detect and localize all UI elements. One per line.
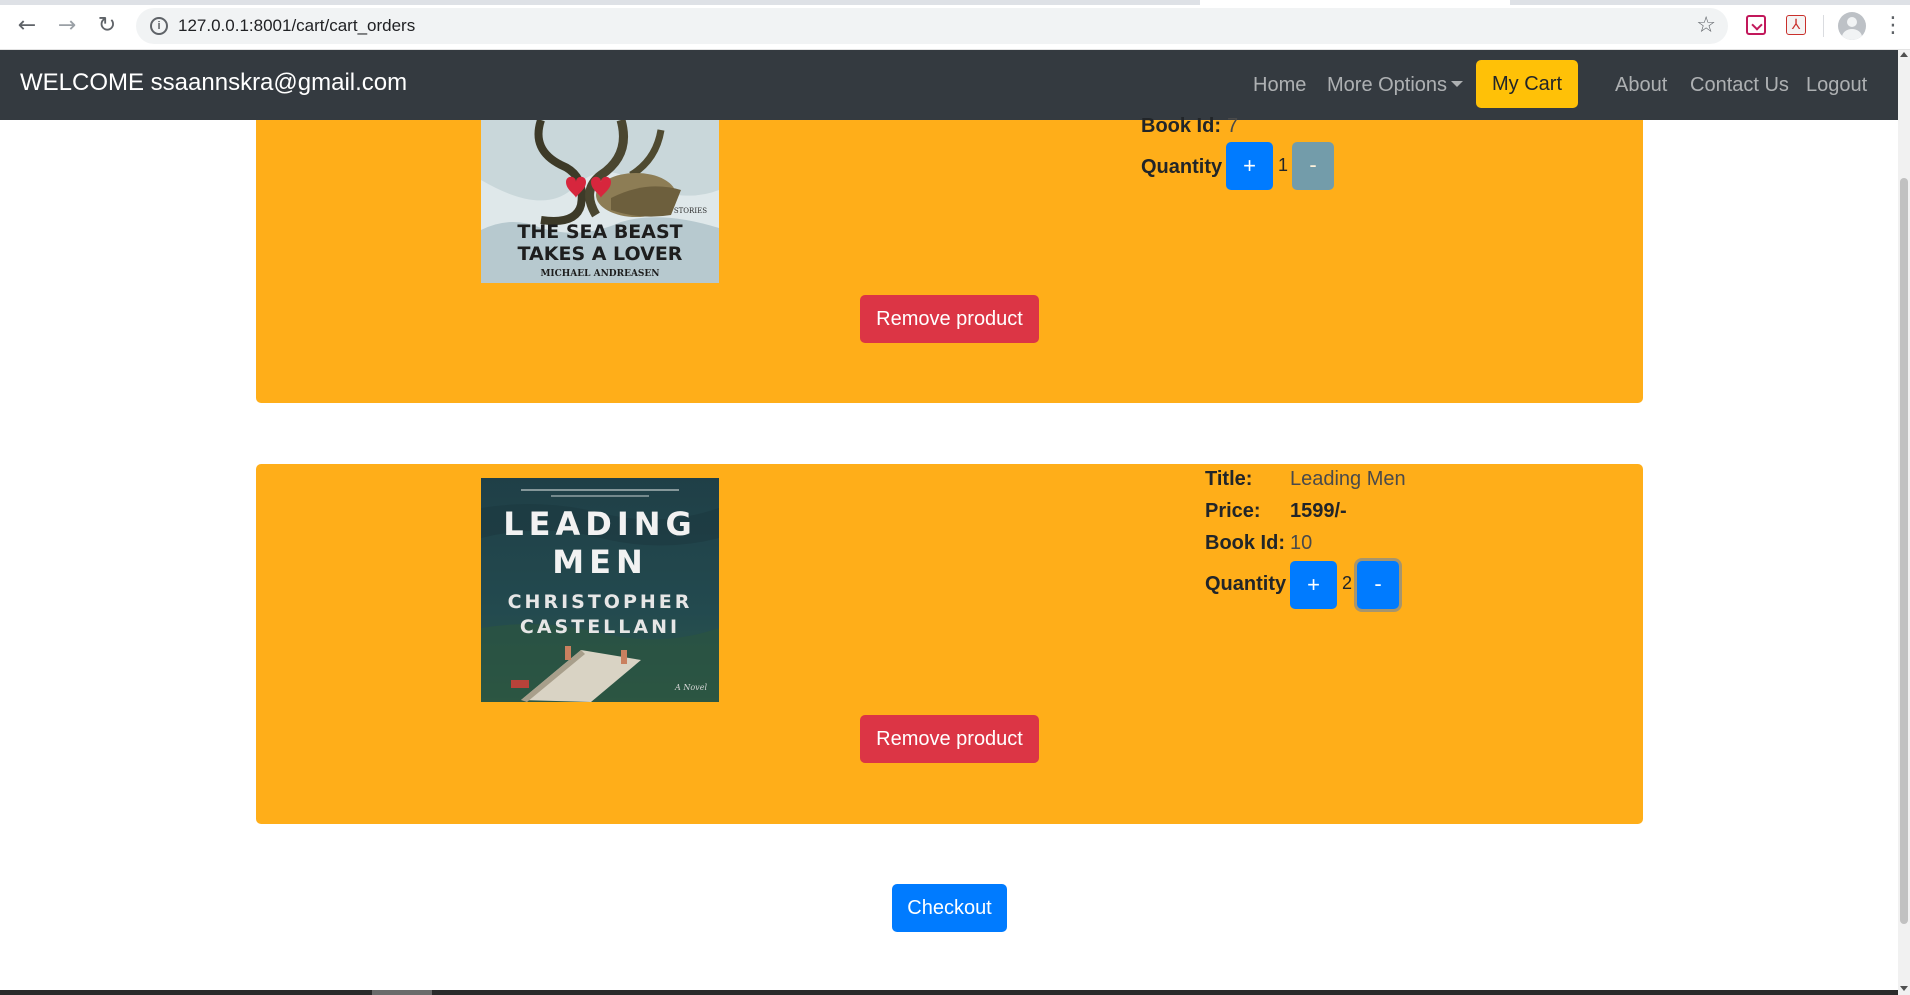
leading-men-cover-art: LEADING MEN CHRISTOPHER CASTELLANI A Nov… <box>481 478 719 702</box>
book-cover-image[interactable]: LEADING MEN CHRISTOPHER CASTELLANI A Nov… <box>481 478 719 702</box>
price-value: 1599/- <box>1290 500 1347 522</box>
cover-title-line1: LEADING <box>503 505 697 543</box>
my-cart-button[interactable]: My Cart <box>1476 60 1578 108</box>
horizontal-scrollbar[interactable] <box>0 990 1898 995</box>
scroll-down-arrow-icon[interactable] <box>1900 986 1908 991</box>
cover-title-line1: THE SEA BEAST <box>517 221 682 243</box>
quantity-value: 2 <box>1342 573 1353 593</box>
nav-about[interactable]: About <box>1615 74 1667 97</box>
cart-item-card: LEADING MEN CHRISTOPHER CASTELLANI A Nov… <box>256 464 1643 824</box>
book-id-label: Book Id: <box>1141 115 1221 137</box>
book-id-value: 7 <box>1227 115 1239 137</box>
remove-product-button[interactable]: Remove product <box>860 715 1039 763</box>
cover-author-line2: CASTELLANI <box>520 616 680 638</box>
book-cover-image[interactable]: STORIES THE SEA BEAST TAKES A LOVER MICH… <box>481 120 719 283</box>
book-id-value: 10 <box>1290 532 1313 554</box>
cover-title-line2: TAKES A LOVER <box>518 243 683 265</box>
quantity-increase-button[interactable]: + <box>1226 142 1273 190</box>
pocket-extension-icon[interactable] <box>1746 15 1766 35</box>
page-scrollbar[interactable] <box>1898 50 1910 995</box>
cover-author-line1: CHRISTOPHER <box>508 591 693 613</box>
quantity-label: Quantity <box>1141 156 1223 178</box>
nav-contact-us[interactable]: Contact Us <box>1690 74 1789 97</box>
quantity-label: Quantity <box>1205 573 1287 595</box>
book-id-label: Book Id: <box>1205 532 1285 554</box>
cover-title-line2: MEN <box>552 543 647 581</box>
welcome-brand[interactable]: WELCOME ssaannskra@gmail.com <box>20 69 407 97</box>
quantity-decrease-button[interactable]: - <box>1357 561 1399 609</box>
checkout-button[interactable]: Checkout <box>892 884 1007 932</box>
title-value: Leading Men <box>1290 468 1406 490</box>
quantity-increase-button[interactable]: + <box>1290 561 1337 609</box>
site-info-icon[interactable]: i <box>150 17 168 35</box>
remove-product-button[interactable]: Remove product <box>860 295 1039 343</box>
browser-toolbar: ← → ↻ i 127.0.0.1:8001/cart/cart_orders … <box>0 0 1910 50</box>
nav-home[interactable]: Home <box>1253 74 1306 97</box>
price-label: Price: <box>1205 500 1261 522</box>
sea-beast-cover-art: STORIES THE SEA BEAST TAKES A LOVER MICH… <box>481 120 719 283</box>
reload-icon[interactable]: ↻ <box>92 12 122 40</box>
title-label: Title: <box>1205 468 1253 490</box>
address-url[interactable]: 127.0.0.1:8001/cart/cart_orders <box>178 16 415 36</box>
pdf-extension-icon[interactable]: ⅄ <box>1786 15 1806 35</box>
bookmark-star-icon[interactable]: ☆ <box>1696 13 1716 38</box>
quantity-decrease-button[interactable]: - <box>1292 142 1334 190</box>
cover-novel-text: A Novel <box>674 683 707 692</box>
cover-author: MICHAEL ANDREASEN <box>540 269 659 279</box>
forward-icon[interactable]: → <box>52 12 82 40</box>
quantity-value: 1 <box>1278 155 1289 175</box>
nav-more-options-label: More Options <box>1327 74 1448 96</box>
nav-more-options[interactable]: More Options <box>1327 74 1464 97</box>
cover-stories-text: STORIES <box>674 207 707 215</box>
scrollbar-thumb[interactable] <box>1900 178 1908 924</box>
profile-avatar-icon[interactable] <box>1838 12 1866 40</box>
scroll-up-arrow-icon[interactable] <box>1900 52 1908 57</box>
toolbar-divider <box>1823 15 1824 37</box>
caret-down-icon <box>1451 81 1464 87</box>
back-icon[interactable]: ← <box>12 12 42 40</box>
address-bar[interactable]: i 127.0.0.1:8001/cart/cart_orders ☆ <box>136 8 1728 44</box>
cart-item-card: STORIES THE SEA BEAST TAKES A LOVER MICH… <box>256 115 1643 403</box>
browser-menu-icon[interactable]: ⋮ <box>1882 12 1904 40</box>
horizontal-scrollbar-thumb[interactable] <box>372 990 432 995</box>
active-tab[interactable] <box>1200 0 1510 5</box>
tab-strip <box>0 0 1910 5</box>
site-navbar: WELCOME ssaannskra@gmail.com Home More O… <box>0 50 1898 120</box>
nav-logout[interactable]: Logout <box>1806 74 1867 97</box>
